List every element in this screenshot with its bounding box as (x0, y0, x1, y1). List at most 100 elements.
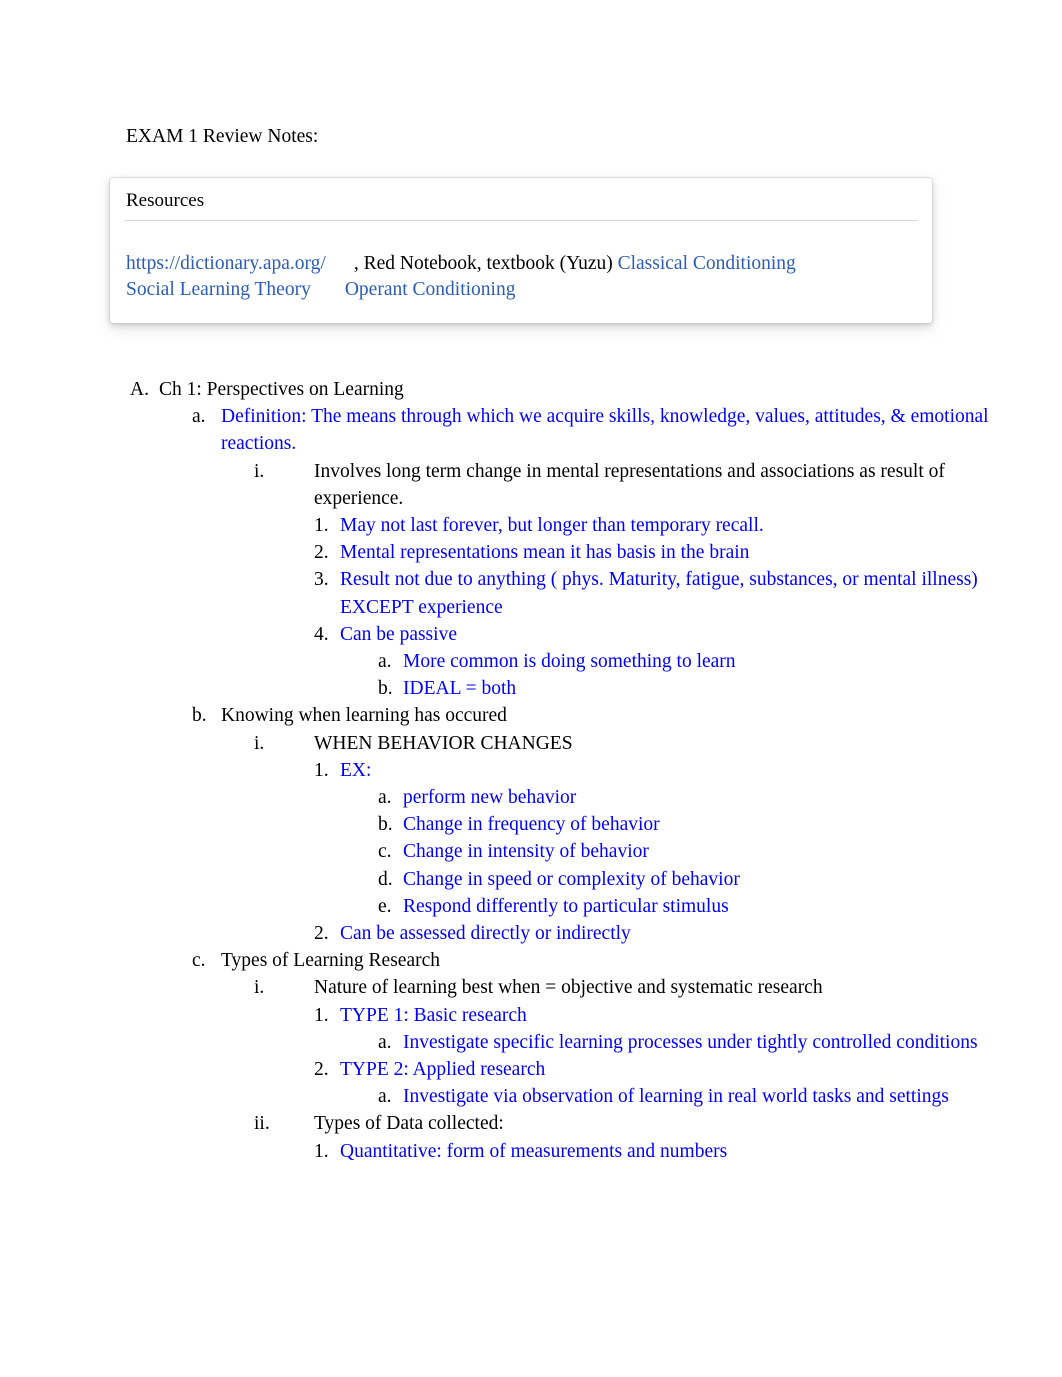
list-text: Can be assessed directly or indirectly (340, 923, 631, 945)
outline-level-A: A. Ch 1: Perspectives on Learning a. Def… (126, 376, 1006, 1165)
list-marker: 1. (314, 759, 329, 781)
outline-level-i: i. WHEN BEHAVIOR CHANGES 1. EX: a. perfo… (250, 730, 1006, 948)
list-text: Mental representations mean it has basis… (340, 542, 750, 564)
list-item: ii. Types of Data collected: 1. Quantita… (250, 1110, 1006, 1164)
classical-conditioning-link[interactable]: Classical Conditioning (618, 253, 796, 274)
list-marker: 2. (314, 542, 329, 564)
list-text: EX: (340, 759, 372, 781)
list-marker: 2. (314, 1059, 329, 1081)
outline-row: b. IDEAL = both (374, 675, 1006, 702)
outline-content: A. Ch 1: Perspectives on Learning a. Def… (126, 376, 1006, 1165)
resources-line-2: Social Learning Theory Operant Conditioni… (126, 277, 916, 303)
list-item: b. Change in frequency of behavior (374, 811, 1006, 838)
list-text: May not last forever, but longer than te… (340, 515, 764, 537)
list-item: a. perform new behavior (374, 784, 1006, 811)
list-text: Change in speed or complexity of behavio… (403, 868, 740, 890)
outline-level-i: i. Nature of learning best when = object… (250, 974, 1006, 1164)
list-text: Definition: The means through which we a… (221, 406, 989, 455)
list-item: c. Types of Learning Research i. Nature … (188, 947, 1006, 1165)
list-item: 3. Result not due to anything ( phys. Ma… (310, 566, 1006, 620)
list-item: b. Knowing when learning has occured i. … (188, 702, 1006, 947)
list-marker: a. (378, 787, 392, 809)
list-text: More common is doing something to learn (403, 651, 736, 673)
list-item: 2. Mental representations mean it has ba… (310, 539, 1006, 566)
list-marker: i. (254, 977, 265, 999)
list-marker: ii. (254, 1113, 270, 1135)
outline-row: 1. Quantitative: form of measurements an… (310, 1138, 1006, 1165)
list-marker: i. (254, 460, 265, 482)
list-marker: a. (378, 1086, 392, 1108)
list-text: Can be passive (340, 623, 457, 645)
list-marker: 2. (314, 923, 329, 945)
list-text: Investigate specific learning processes … (403, 1031, 978, 1053)
list-text: Quantitative: form of measurements and n… (340, 1140, 728, 1162)
list-marker: a. (378, 651, 392, 673)
list-text: Involves long term change in mental repr… (314, 460, 945, 509)
list-text: Change in intensity of behavior (403, 841, 649, 863)
outline-row: i. Involves long term change in mental r… (250, 458, 1006, 512)
list-marker: c. (192, 950, 206, 972)
list-text: TYPE 1: Basic research (340, 1004, 527, 1026)
list-marker: 3. (314, 569, 329, 591)
list-text: Investigate via observation of learning … (403, 1086, 949, 1108)
resources-header: Resources (126, 190, 205, 211)
outline-row: 3. Result not due to anything ( phys. Ma… (310, 566, 1006, 620)
list-item: a. Definition: The means through which w… (188, 403, 1006, 702)
document-page: EXAM 1 Review Notes: Resources https://d… (0, 0, 1062, 1377)
list-item: i. Nature of learning best when = object… (250, 974, 1006, 1110)
list-marker: a. (378, 1031, 392, 1053)
outline-row: b. Change in frequency of behavior (374, 811, 1006, 838)
outline-row: e. Respond differently to particular sti… (374, 893, 1006, 920)
operant-conditioning-link[interactable]: Operant Conditioning (345, 279, 516, 300)
list-text: Respond differently to particular stimul… (403, 895, 729, 917)
outline-row: ii. Types of Data collected: (250, 1110, 1006, 1137)
outline-row: 4. Can be passive (310, 621, 1006, 648)
outline-level-a2: a. perform new behavior b. Change in fre… (374, 784, 1006, 920)
outline-row: 1. May not last forever, but longer than… (310, 512, 1006, 539)
outline-row: A. Ch 1: Perspectives on Learning (126, 376, 1006, 403)
outline-level-a2: a. Investigate via observation of learni… (374, 1083, 1006, 1110)
list-text: perform new behavior (403, 787, 577, 809)
list-marker: 1. (314, 1140, 329, 1162)
list-text: Result not due to anything ( phys. Matur… (340, 569, 978, 618)
list-text: Types of Data collected: (314, 1113, 504, 1135)
outline-row: i. Nature of learning best when = object… (250, 974, 1006, 1001)
list-marker: d. (378, 868, 393, 890)
outline-row: i. WHEN BEHAVIOR CHANGES (250, 730, 1006, 757)
list-text: Change in frequency of behavior (403, 814, 660, 836)
outline-row: 2. Mental representations mean it has ba… (310, 539, 1006, 566)
outline-row: a. Definition: The means through which w… (188, 403, 1006, 457)
list-text: WHEN BEHAVIOR CHANGES (314, 732, 573, 754)
list-item: 2. Can be assessed directly or indirectl… (310, 920, 1006, 947)
list-item: 2. TYPE 2: Applied research a. Investiga… (310, 1056, 1006, 1110)
outline-row: c. Types of Learning Research (188, 947, 1006, 974)
outline-level-i: i. Involves long term change in mental r… (250, 458, 1006, 703)
outline-row: a. Investigate via observation of learni… (374, 1083, 1006, 1110)
outline-row: b. Knowing when learning has occured (188, 702, 1006, 729)
apa-dictionary-link[interactable]: https://dictionary.apa.org/ (126, 253, 326, 274)
resources-line-1: https://dictionary.apa.org/ , Red Noteboo… (126, 251, 916, 277)
list-item: d. Change in speed or complexity of beha… (374, 866, 1006, 893)
list-marker: 1. (314, 1004, 329, 1026)
list-text: Nature of learning best when = objective… (314, 977, 823, 999)
outline-row: a. Investigate specific learning process… (374, 1029, 1006, 1056)
outline-level-a2: a. More common is doing something to lea… (374, 648, 1006, 702)
list-marker: A. (130, 379, 149, 400)
list-text: Knowing when learning has occured (221, 705, 507, 727)
list-item: A. Ch 1: Perspectives on Learning a. Def… (126, 376, 1006, 1165)
outline-row: 1. EX: (310, 757, 1006, 784)
outline-row: 1. TYPE 1: Basic research (310, 1002, 1006, 1029)
outline-level-1: 1. TYPE 1: Basic research a. Investigate… (310, 1002, 1006, 1111)
list-item: e. Respond differently to particular sti… (374, 893, 1006, 920)
social-learning-theory-link[interactable]: Social Learning Theory (126, 279, 311, 300)
list-item: c. Change in intensity of behavior (374, 838, 1006, 865)
list-text: Types of Learning Research (221, 950, 441, 972)
list-marker: 1. (314, 515, 329, 537)
outline-row: d. Change in speed or complexity of beha… (374, 866, 1006, 893)
list-item: 4. Can be passive a. More common is doin… (310, 621, 1006, 703)
resources-callout-box: Resources https://dictionary.apa.org/ , R… (110, 178, 932, 323)
resources-body: https://dictionary.apa.org/ , Red Noteboo… (122, 221, 920, 307)
list-marker: c. (378, 841, 392, 863)
list-text: TYPE 2: Applied research (340, 1059, 546, 1081)
list-item: i. Involves long term change in mental r… (250, 458, 1006, 703)
